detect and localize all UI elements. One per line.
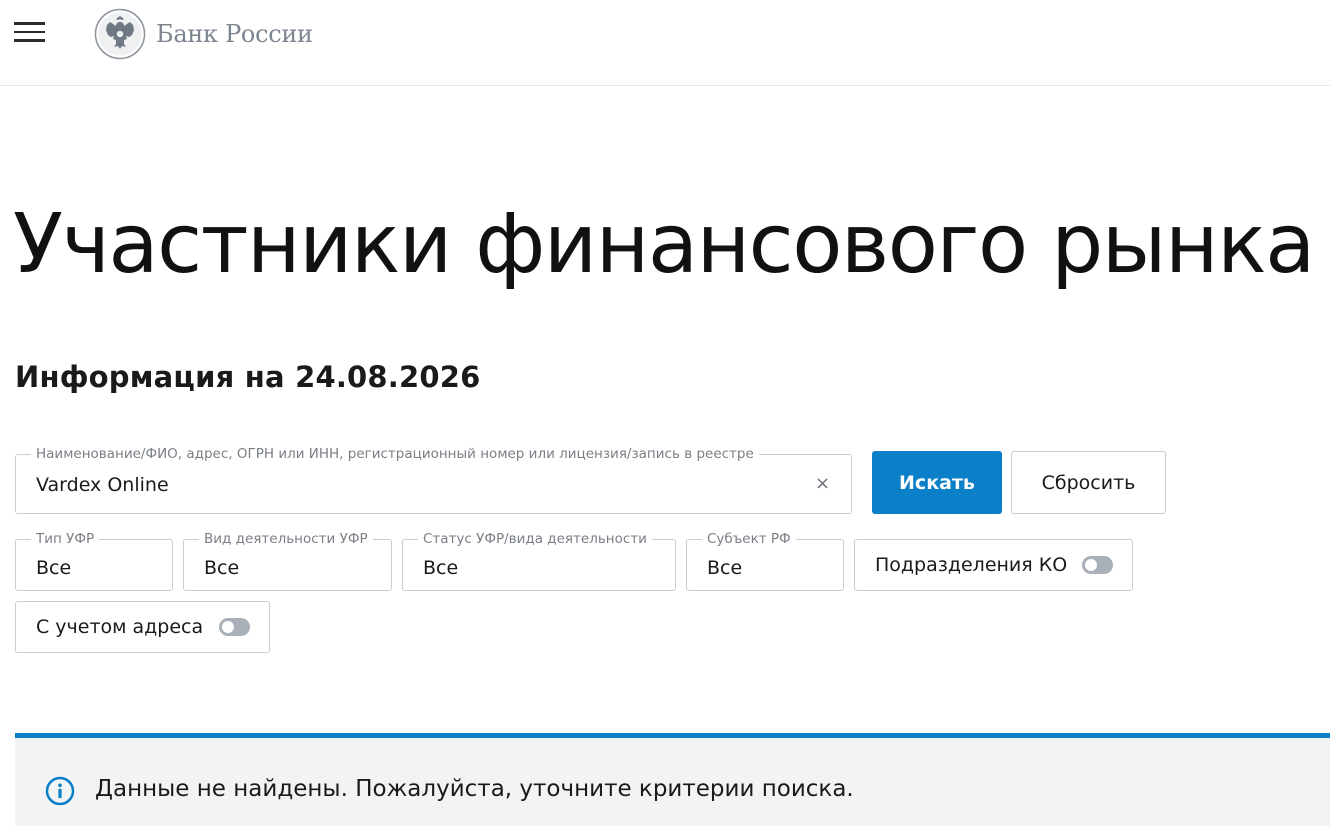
filter-activity-select[interactable]: Вид деятельности УФР Все (183, 530, 392, 591)
site-header: Банк России (0, 0, 1330, 86)
brand-name: Банк России (156, 20, 313, 48)
filter-region-legend: Субъект РФ (702, 530, 796, 548)
clear-icon[interactable]: × (815, 474, 830, 494)
page-title: Участники финансового рынка (13, 197, 1315, 292)
search-field-legend: Наименование/ФИО, адрес, ОГРН или ИНН, р… (31, 445, 759, 463)
search-input[interactable] (36, 471, 796, 499)
search-button[interactable]: Искать (872, 451, 1002, 514)
filter-activity-value: Все (204, 557, 240, 579)
filter-status-select[interactable]: Статус УФР/вида деятельности Все (402, 530, 676, 591)
address-toggle-box[interactable]: С учетом адреса (15, 601, 270, 653)
address-toggle-switch[interactable] (219, 618, 250, 636)
eagle-emblem-icon (94, 8, 146, 60)
subdivisions-toggle-label: Подразделения КО (875, 554, 1068, 576)
filter-type-select[interactable]: Тип УФР Все (15, 530, 173, 591)
filter-type-value: Все (36, 557, 72, 579)
filter-activity-legend: Вид деятельности УФР (199, 530, 373, 548)
filter-region-select[interactable]: Субъект РФ Все (686, 530, 844, 591)
info-date-heading: Информация на 24.08.2026 (15, 360, 481, 394)
bank-logo[interactable]: Банк России (94, 8, 313, 60)
address-toggle-label: С учетом адреса (36, 616, 204, 638)
no-results-alert: Данные не найдены. Пожалуйста, уточните … (15, 733, 1330, 826)
filter-type-legend: Тип УФР (31, 530, 100, 548)
filter-region-value: Все (707, 557, 743, 579)
info-circle-icon (45, 776, 75, 806)
reset-button[interactable]: Сбросить (1011, 451, 1166, 514)
subdivisions-toggle-box[interactable]: Подразделения КО (854, 539, 1133, 591)
filter-status-value: Все (423, 557, 459, 579)
subdivisions-toggle-switch[interactable] (1082, 556, 1113, 574)
filter-status-legend: Статус УФР/вида деятельности (418, 530, 652, 548)
search-field: Наименование/ФИО, адрес, ОГРН или ИНН, р… (15, 445, 852, 514)
alert-message: Данные не найдены. Пожалуйста, уточните … (95, 776, 854, 802)
hamburger-menu-icon[interactable] (14, 21, 46, 45)
